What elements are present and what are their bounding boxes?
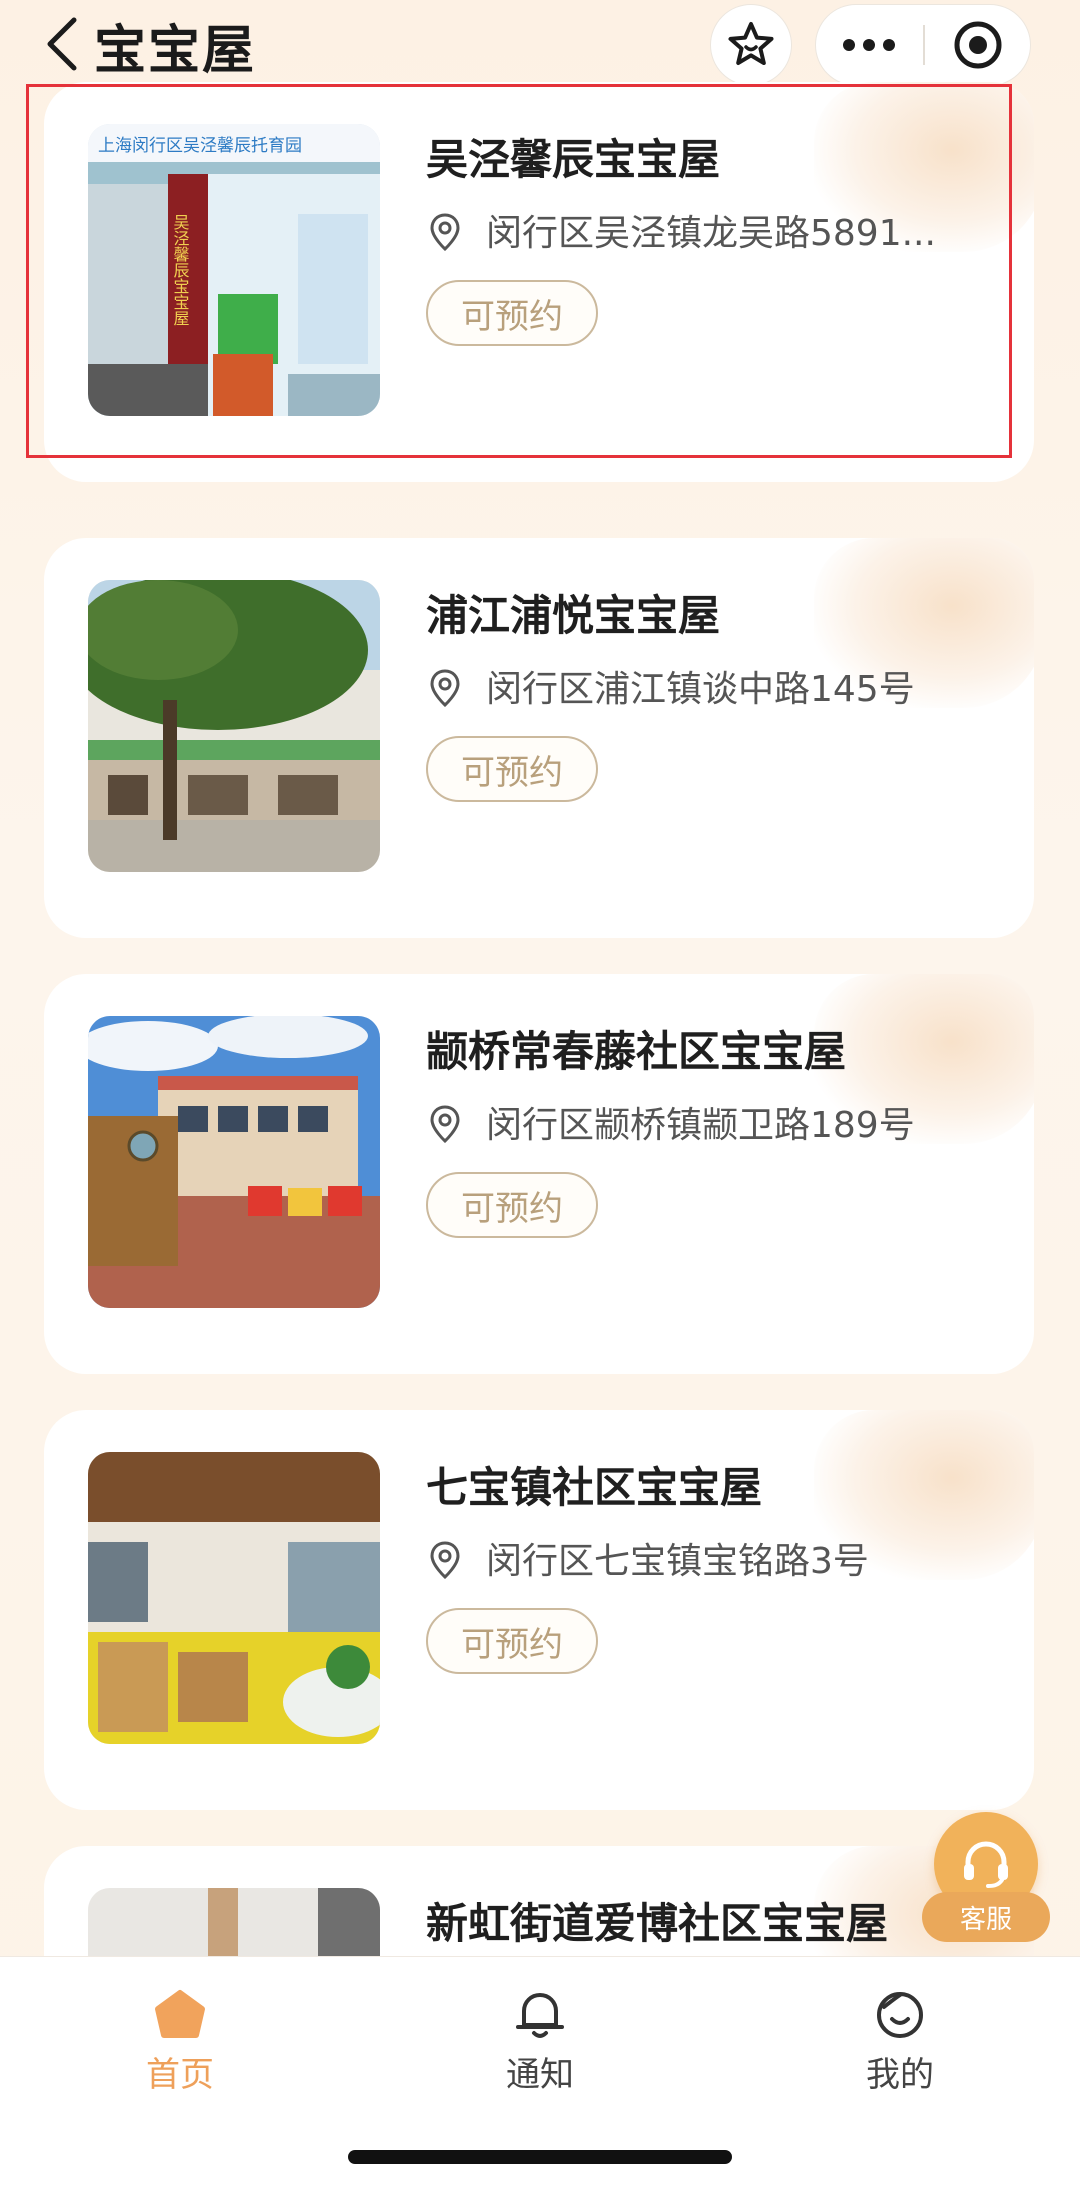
- capsule-divider: [923, 25, 925, 65]
- card-address: 闵行区七宝镇宝铭路3号: [486, 1541, 869, 1582]
- page-title: 宝宝屋: [94, 21, 257, 81]
- card-name: 新虹街道爱博社区宝宝屋: [426, 1899, 889, 1948]
- top-bar: 宝宝屋: [0, 0, 1080, 88]
- tab-label: 通知: [506, 2055, 574, 2095]
- customer-service-button[interactable]: 客服: [922, 1812, 1050, 1942]
- tab-profile[interactable]: 我的: [820, 1977, 980, 2097]
- bookable-badge: 可预约: [426, 1608, 598, 1674]
- headset-icon: [964, 1841, 1008, 1888]
- bell-icon: [516, 1993, 564, 2038]
- card-name: 浦江浦悦宝宝屋: [426, 591, 721, 640]
- more-dots-icon: [843, 39, 895, 51]
- more-button[interactable]: [816, 5, 922, 85]
- card-photo: [88, 1016, 380, 1308]
- location-pin-icon: [430, 1105, 460, 1144]
- tab-notifications[interactable]: 通知: [460, 1977, 620, 2097]
- home-icon: [155, 1990, 205, 2038]
- card-name: 颛桥常春藤社区宝宝屋: [426, 1027, 847, 1076]
- chevron-left-icon: [47, 17, 77, 71]
- mini-program-capsule: [815, 4, 1031, 86]
- back-button[interactable]: [40, 14, 88, 74]
- tab-home[interactable]: 首页: [100, 1977, 260, 2097]
- target-close-icon: [954, 21, 1002, 69]
- bookable-badge: 可预约: [426, 1172, 598, 1238]
- card-address: 闵行区浦江镇谈中路145号: [486, 669, 915, 710]
- location-pin-icon: [430, 669, 460, 708]
- tab-label: 我的: [866, 2055, 934, 2095]
- baby-house-card[interactable]: 颛桥常春藤社区宝宝屋 闵行区颛桥镇颛卫路189号 可预约: [44, 974, 1034, 1374]
- home-indicator: [348, 2150, 732, 2164]
- star-icon: [728, 22, 774, 65]
- favorite-button[interactable]: [710, 4, 792, 86]
- card-photo: [88, 580, 380, 872]
- page: 宝宝屋 上海闵行区吴泾馨辰托育园 吴泾馨辰宝宝屋 吴泾馨辰宝宝屋 闵行区吴泾镇龙…: [0, 0, 1080, 2189]
- tab-label: 首页: [146, 2055, 214, 2095]
- baby-house-card[interactable]: 七宝镇社区宝宝屋 闵行区七宝镇宝铭路3号 可预约: [44, 1410, 1034, 1810]
- card-address: 闵行区颛桥镇颛卫路189号: [486, 1105, 915, 1146]
- card-photo: [88, 1452, 380, 1744]
- profile-icon: [877, 1992, 923, 2038]
- service-label: 客服: [922, 1892, 1050, 1942]
- baby-house-card[interactable]: 浦江浦悦宝宝屋 闵行区浦江镇谈中路145号 可预约: [44, 538, 1034, 938]
- close-button[interactable]: [926, 5, 1030, 85]
- bookable-badge: 可预约: [426, 736, 598, 802]
- card-name: 七宝镇社区宝宝屋: [426, 1463, 763, 1512]
- location-pin-icon: [430, 1541, 460, 1580]
- highlight-frame: [26, 84, 1012, 458]
